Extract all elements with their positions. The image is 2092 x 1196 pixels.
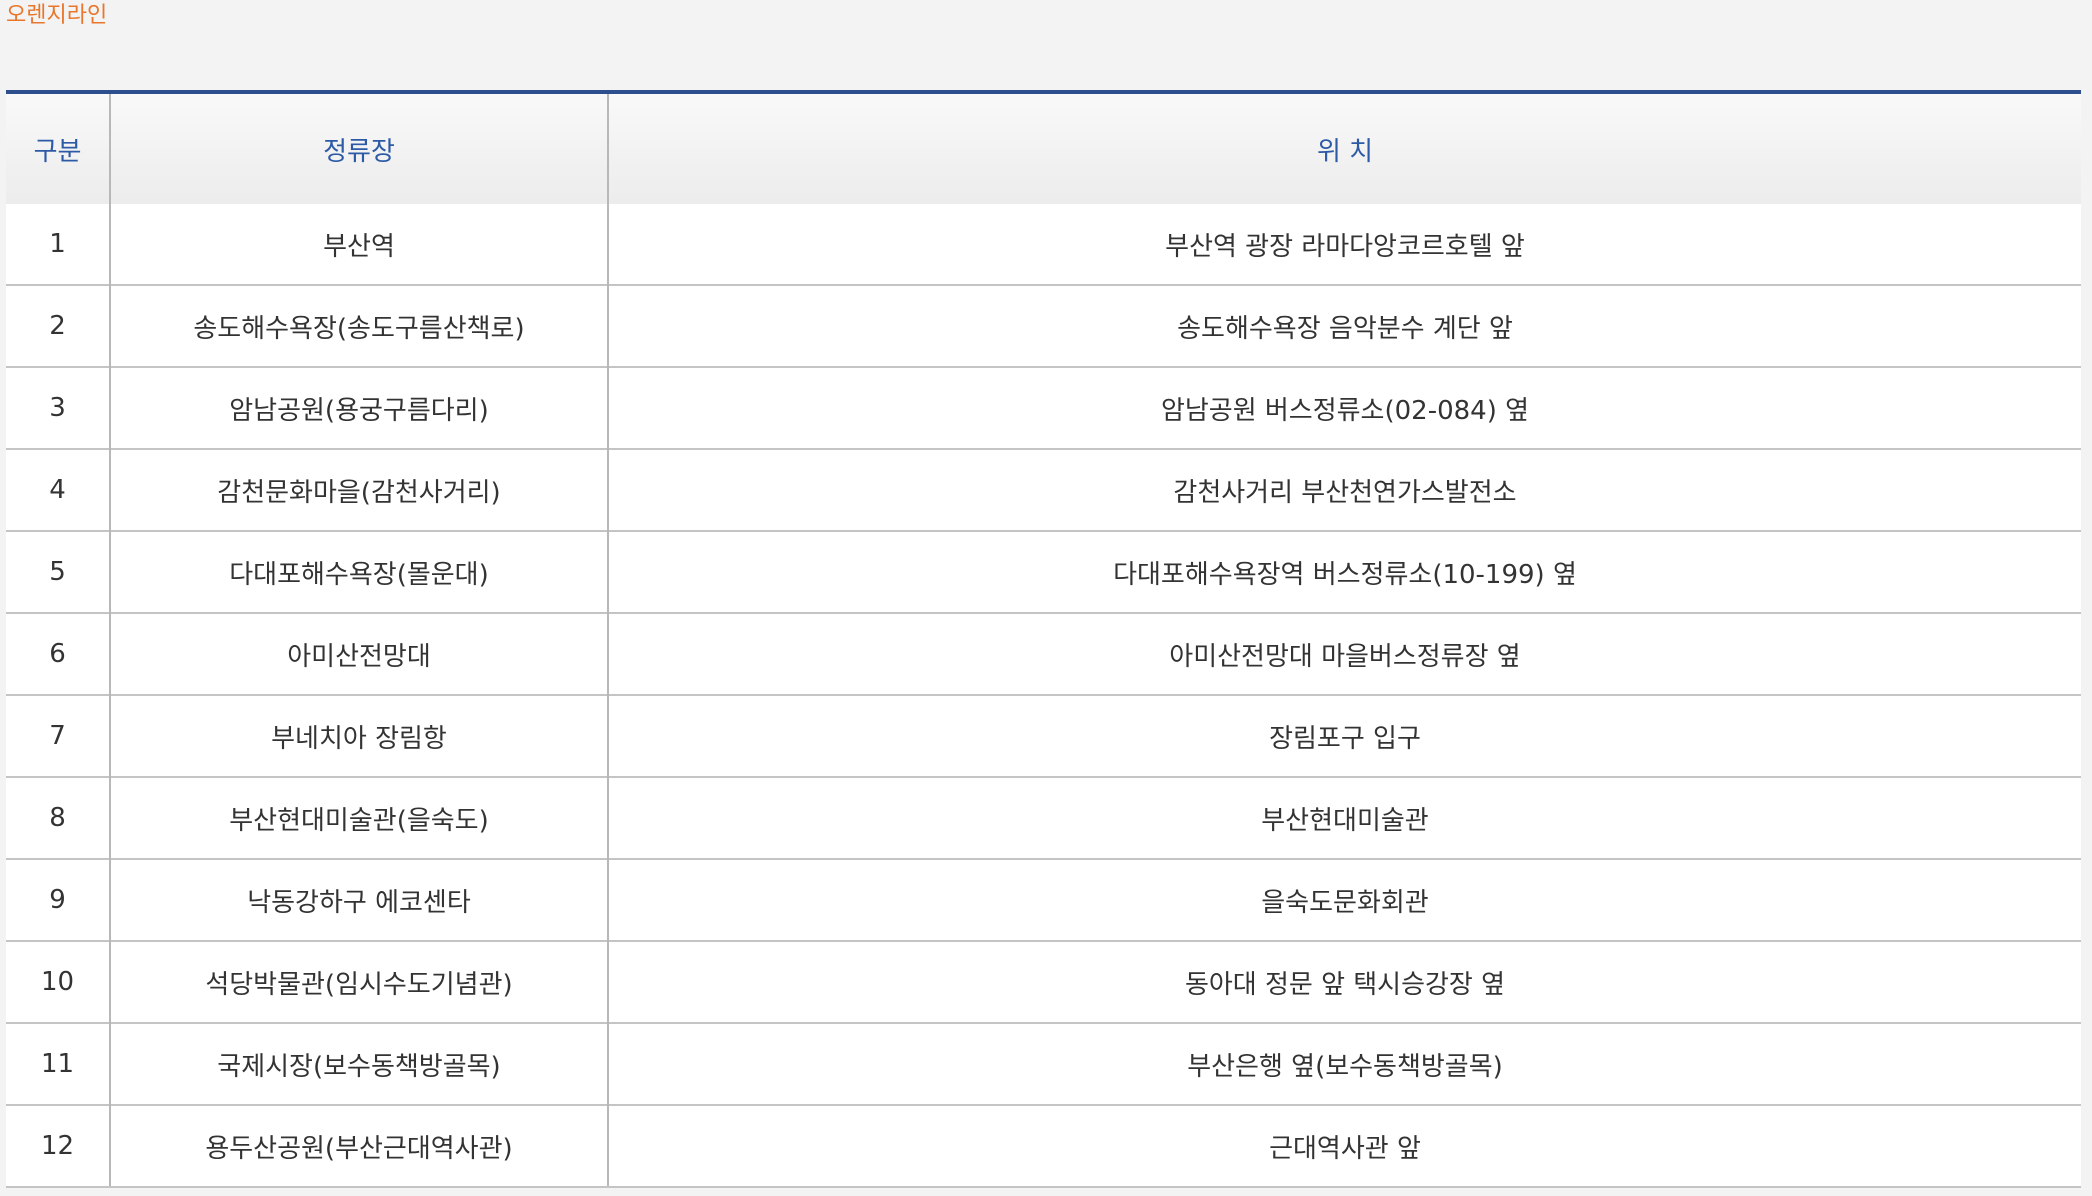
cell-location: 부산은행 옆(보수동책방골목) <box>607 1022 2081 1105</box>
cell-stop: 다대포해수욕장(몰운대) <box>109 530 608 613</box>
cell-stop: 암남공원(용궁구름다리) <box>109 366 608 449</box>
cell-location: 을숙도문화회관 <box>607 858 2081 941</box>
cell-number: 6 <box>6 612 110 695</box>
table-row: 6 아미산전망대 아미산전망대 마을버스정류장 옆 <box>6 612 2081 695</box>
cell-location: 부산현대미술관 <box>607 776 2081 859</box>
cell-location: 근대역사관 앞 <box>607 1104 2081 1188</box>
cell-number: 10 <box>6 940 110 1023</box>
header-location: 위 치 <box>607 94 2081 204</box>
cell-stop: 낙동강하구 에코센타 <box>109 858 608 941</box>
header-number: 구분 <box>6 94 110 204</box>
cell-stop: 부네치아 장림항 <box>109 694 608 777</box>
cell-location: 송도해수욕장 음악분수 계단 앞 <box>607 284 2081 367</box>
cell-stop: 송도해수욕장(송도구름산책로) <box>109 284 608 367</box>
header-row: 구분 정류장 위 치 <box>6 94 2081 204</box>
table-body: 1 부산역 부산역 광장 라마다앙코르호텔 앞 2 송도해수욕장(송도구름산책로… <box>6 204 2081 1188</box>
cell-number: 8 <box>6 776 110 859</box>
table-header: 구분 정류장 위 치 <box>6 94 2081 204</box>
cell-number: 4 <box>6 448 110 531</box>
cell-number: 1 <box>6 204 110 285</box>
cell-number: 2 <box>6 284 110 367</box>
cell-location: 아미산전망대 마을버스정류장 옆 <box>607 612 2081 695</box>
cell-number: 3 <box>6 366 110 449</box>
cell-stop: 부산역 <box>109 204 608 285</box>
table-row: 2 송도해수욕장(송도구름산책로) 송도해수욕장 음악분수 계단 앞 <box>6 284 2081 367</box>
table-row: 12 용두산공원(부산근대역사관) 근대역사관 앞 <box>6 1104 2081 1188</box>
cell-number: 5 <box>6 530 110 613</box>
cell-stop: 석당박물관(임시수도기념관) <box>109 940 608 1023</box>
cell-number: 12 <box>6 1104 110 1188</box>
cell-number: 7 <box>6 694 110 777</box>
cell-stop: 국제시장(보수동책방골목) <box>109 1022 608 1105</box>
table-row: 5 다대포해수욕장(몰운대) 다대포해수욕장역 버스정류소(10-199) 옆 <box>6 530 2081 613</box>
cell-stop: 아미산전망대 <box>109 612 608 695</box>
cell-location: 부산역 광장 라마다앙코르호텔 앞 <box>607 204 2081 285</box>
cell-location: 감천사거리 부산천연가스발전소 <box>607 448 2081 531</box>
header-stop: 정류장 <box>109 94 608 204</box>
cell-stop: 감천문화마을(감천사거리) <box>109 448 608 531</box>
table-row: 10 석당박물관(임시수도기념관) 동아대 정문 앞 택시승강장 옆 <box>6 940 2081 1023</box>
table-row: 9 낙동강하구 에코센타 을숙도문화회관 <box>6 858 2081 941</box>
cell-location: 다대포해수욕장역 버스정류소(10-199) 옆 <box>607 530 2081 613</box>
cell-location: 장림포구 입구 <box>607 694 2081 777</box>
table-row: 7 부네치아 장림항 장림포구 입구 <box>6 694 2081 777</box>
table-row: 8 부산현대미술관(을숙도) 부산현대미술관 <box>6 776 2081 859</box>
cell-number: 9 <box>6 858 110 941</box>
line-title: 오렌지라인 <box>6 3 108 28</box>
bus-stop-table: 구분 정류장 위 치 1 부산역 부산역 광장 라마다앙코르호텔 앞 2 송도해… <box>6 94 2081 1188</box>
cell-number: 11 <box>6 1022 110 1105</box>
table-row: 11 국제시장(보수동책방골목) 부산은행 옆(보수동책방골목) <box>6 1022 2081 1105</box>
table-row: 3 암남공원(용궁구름다리) 암남공원 버스정류소(02-084) 옆 <box>6 366 2081 449</box>
table-row: 1 부산역 부산역 광장 라마다앙코르호텔 앞 <box>6 204 2081 285</box>
cell-location: 동아대 정문 앞 택시승강장 옆 <box>607 940 2081 1023</box>
table-row: 4 감천문화마을(감천사거리) 감천사거리 부산천연가스발전소 <box>6 448 2081 531</box>
cell-stop: 부산현대미술관(을숙도) <box>109 776 608 859</box>
page: 오렌지라인 구분 정류장 위 치 1 부산역 부산역 광장 라마다앙코르호텔 앞 <box>0 0 2092 1196</box>
cell-location: 암남공원 버스정류소(02-084) 옆 <box>607 366 2081 449</box>
cell-stop: 용두산공원(부산근대역사관) <box>109 1104 608 1188</box>
bus-stop-table-container: 구분 정류장 위 치 1 부산역 부산역 광장 라마다앙코르호텔 앞 2 송도해… <box>6 90 2081 1188</box>
